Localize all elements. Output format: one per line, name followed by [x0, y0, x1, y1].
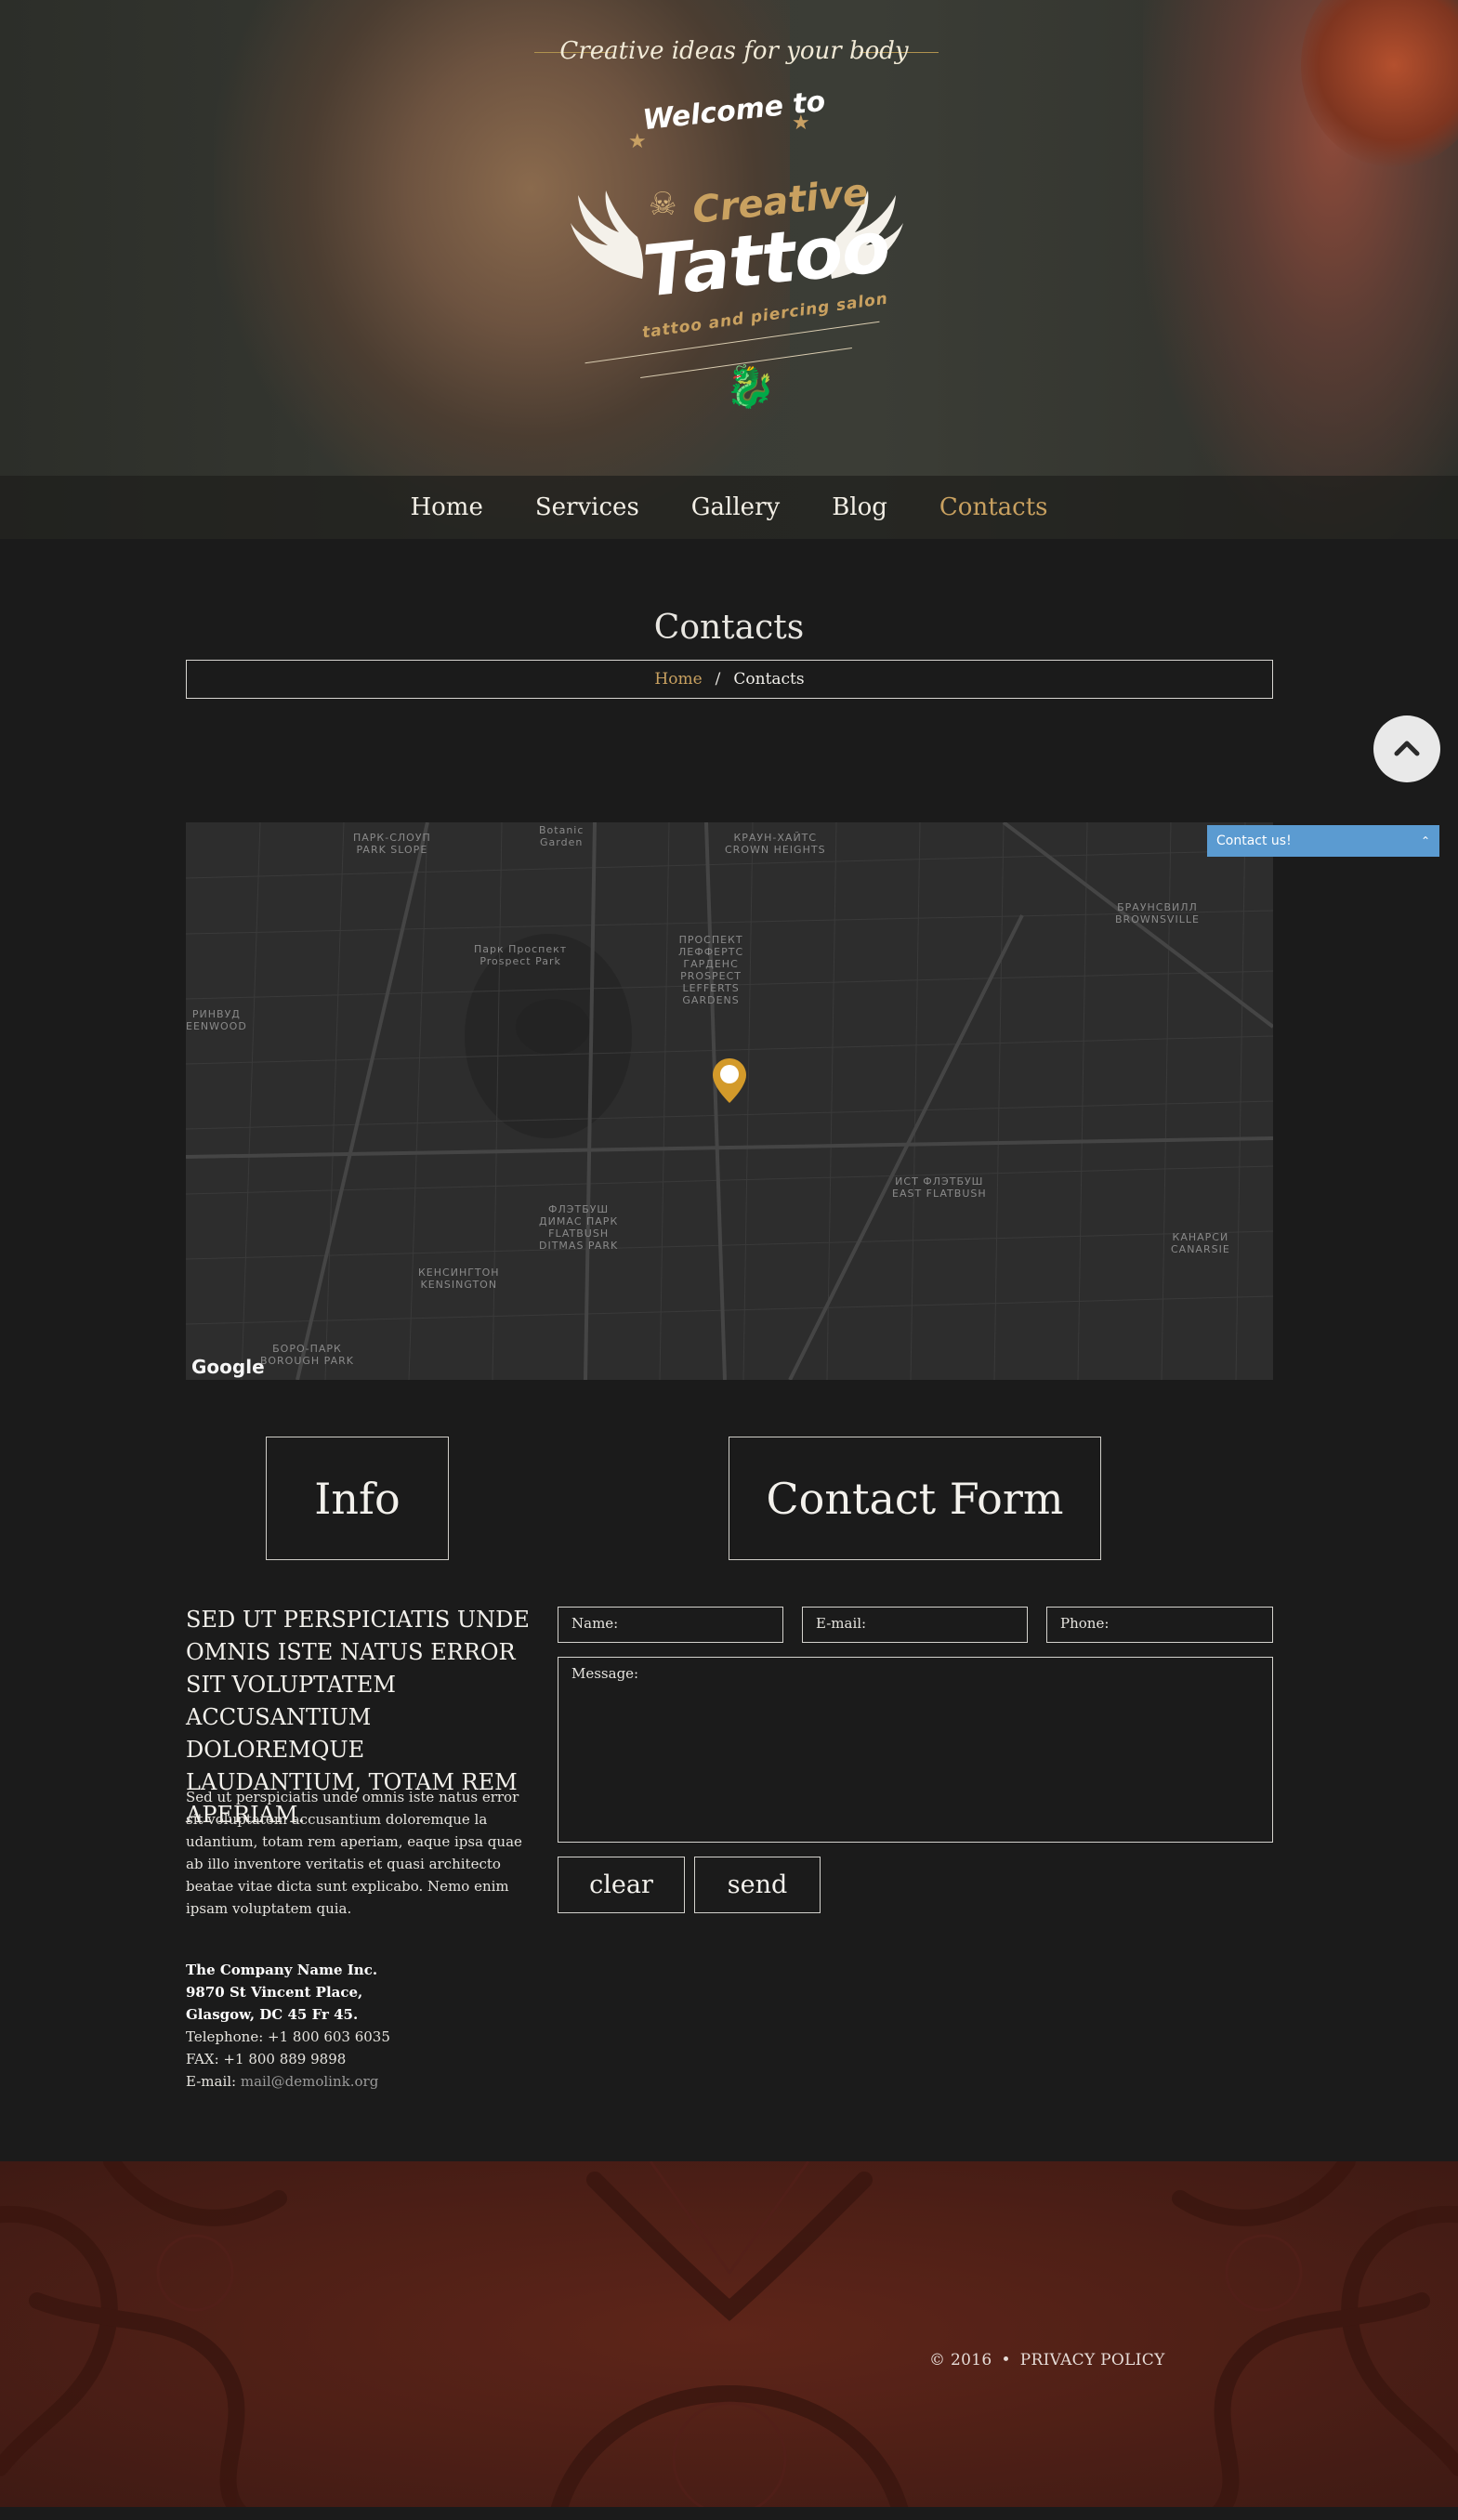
map-pin-icon[interactable] [712, 1057, 747, 1104]
nav-blog[interactable]: Blog [832, 493, 887, 521]
map-label: БОРО-ПАРК BOROUGH PARK [260, 1343, 354, 1367]
bottom-strip [0, 2507, 1458, 2520]
map-label: РИНВУД EENWOOD [186, 1008, 247, 1032]
skull-crossbones-icon: ☠ [649, 186, 677, 223]
chevron-up-icon: ⌃ [1420, 834, 1430, 847]
wing-left-icon [571, 190, 644, 279]
info-body-text: Sed ut perspiciatis unde omnis iste natu… [186, 1789, 522, 1917]
map-label: ПАРК-СЛОУП PARK SLOPE [353, 832, 431, 856]
name-field[interactable]: Name: [558, 1607, 783, 1643]
email-row: E-mail: mail@demolink.org [186, 2070, 530, 2093]
nav-contacts[interactable]: Contacts [939, 493, 1048, 521]
breadcrumb-current: Contacts [733, 670, 805, 689]
site-logo[interactable]: ☠ Creative Tattoo tattoo and piercing sa… [558, 167, 911, 379]
map-label: ПРОСПЕКТ ЛЕФФЕРТС ГАРДЕНС PROSPECT LEFFE… [678, 934, 744, 1006]
footer-text: © 2016 • PRIVACY POLICY [929, 2351, 1165, 2369]
address-street: 9870 St Vincent Place, [186, 1984, 363, 2001]
dragon-icon: 🐉 [725, 363, 776, 411]
email-label: E-mail: [186, 2073, 241, 2090]
message-field[interactable]: Message: [558, 1657, 1273, 1843]
map-label: ФЛЭТБУШ ДИМАС ПАРК FLATBUSH DITMAS PARK [539, 1203, 619, 1252]
map-label: БРАУНСВИЛЛ BROWNSVILLE [1115, 901, 1200, 925]
map-label: КРАУН-ХАЙТС CROWN HEIGHTS [725, 832, 826, 856]
map-label: ИСТ ФЛЭТБУШ EAST FLATBUSH [892, 1175, 987, 1200]
map-label: Парк Проспект Prospect Park [474, 943, 568, 967]
tribal-ornament [0, 2161, 1458, 2507]
contact-form-heading: Contact Form [729, 1437, 1101, 1560]
map-label: КАНАРСИ CANARSIE [1171, 1231, 1230, 1255]
nav-gallery[interactable]: Gallery [691, 493, 780, 521]
header-banner: Creative ideas for your body ★ ★ Welcome… [0, 0, 1458, 539]
footer-separator: • [1001, 2351, 1011, 2369]
email-field[interactable]: E-mail: [802, 1607, 1028, 1643]
breadcrumb-separator: / [715, 670, 721, 689]
company-address: The Company Name Inc. 9870 St Vincent Pl… [186, 1959, 530, 2093]
send-button[interactable]: send [694, 1857, 821, 1913]
scroll-to-top-button[interactable] [1373, 715, 1440, 782]
address-city: Glasgow, DC 45 Fr 45. [186, 2006, 359, 2023]
header-tagline: Creative ideas for your body [559, 37, 909, 65]
map-label: КЕНСИНГТОН KENSINGTON [418, 1267, 500, 1291]
copyright: © 2016 [929, 2351, 992, 2369]
location-map[interactable]: ПАРК-СЛОУП PARK SLOPE Botanic Garden КРА… [186, 822, 1273, 1380]
map-label: Botanic Garden [539, 824, 585, 848]
main-navigation: Home Services Gallery Blog Contacts [0, 476, 1458, 539]
clear-button[interactable]: clear [558, 1857, 685, 1913]
nav-services[interactable]: Services [535, 493, 639, 521]
footer [0, 2161, 1458, 2507]
page-title: Contacts [653, 609, 805, 647]
breadcrumb: Home / Contacts [186, 660, 1273, 699]
info-heading: Info [266, 1437, 449, 1560]
breadcrumb-home[interactable]: Home [654, 670, 702, 689]
nav-home[interactable]: Home [410, 493, 482, 521]
telephone: Telephone: +1 800 603 6035 [186, 2028, 390, 2045]
chevron-up-icon [1394, 741, 1420, 756]
privacy-policy-link[interactable]: PRIVACY POLICY [1020, 2351, 1165, 2369]
contact-us-widget[interactable]: Contact us! ⌃ [1207, 825, 1439, 857]
company-name: The Company Name Inc. [186, 1962, 378, 1978]
phone-field[interactable]: Phone: [1046, 1607, 1273, 1643]
contact-us-label: Contact us! [1216, 833, 1292, 848]
google-logo: Google [191, 1356, 265, 1378]
fax: FAX: +1 800 889 9898 [186, 2051, 347, 2067]
email-link[interactable]: mail@demolink.org [241, 2073, 378, 2090]
